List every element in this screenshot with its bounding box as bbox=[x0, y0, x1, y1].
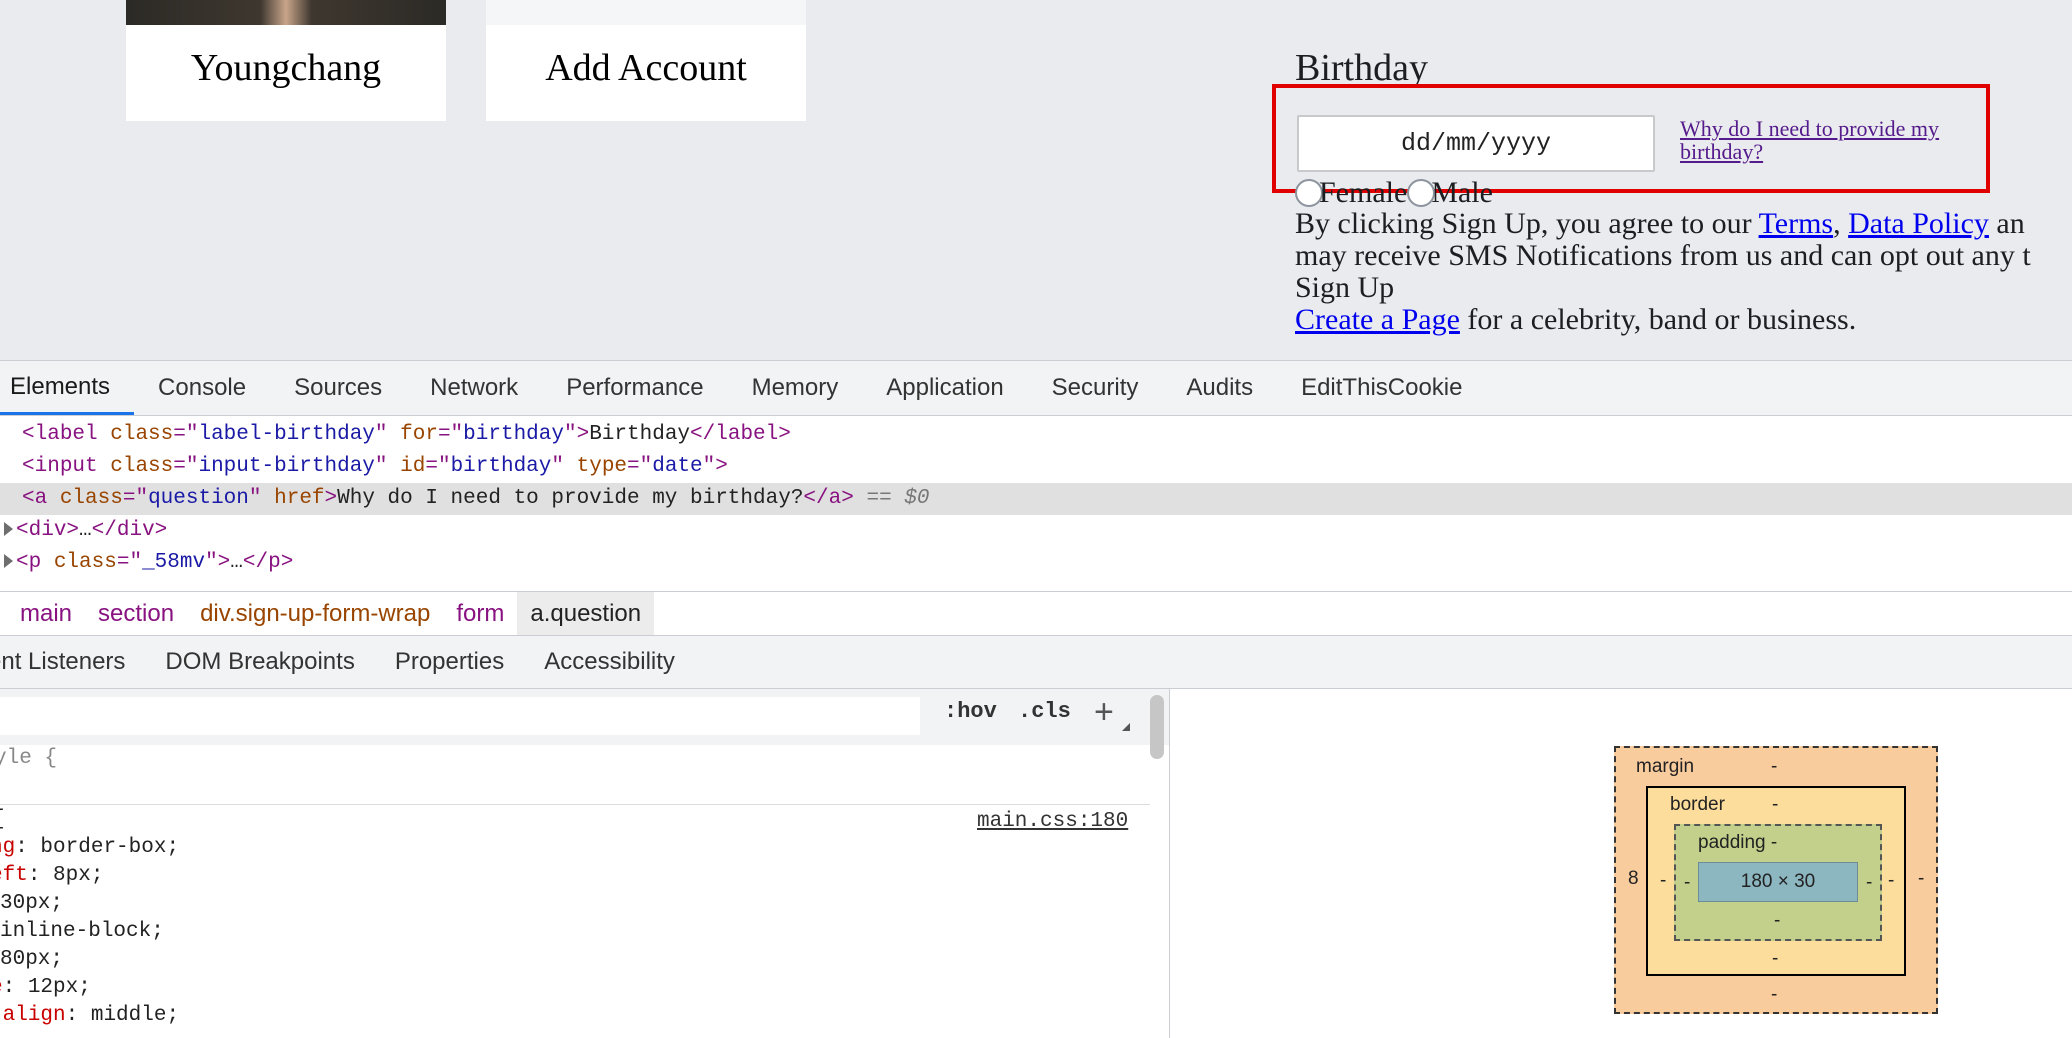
css-declaration[interactable]: 80px; bbox=[0, 946, 1150, 974]
new-rule-corner-icon bbox=[1122, 723, 1130, 731]
tab-sources[interactable]: Sources bbox=[270, 361, 406, 415]
account-name: Youngchang bbox=[190, 47, 382, 89]
margin-top-value: - bbox=[1771, 756, 1778, 777]
female-label: Female bbox=[1319, 176, 1408, 209]
css-declaration[interactable]: ng: border-box; bbox=[0, 834, 1150, 862]
tab-audits[interactable]: Audits bbox=[1162, 361, 1277, 415]
tab-performance[interactable]: Performance bbox=[542, 361, 727, 415]
margin-label: margin bbox=[1636, 756, 1695, 777]
dom-node-p[interactable]: <p class="_58mv">…</p> bbox=[0, 547, 2072, 579]
source-link[interactable]: main.css:180 bbox=[977, 810, 1128, 833]
terms-suffix: an bbox=[1988, 207, 2025, 240]
dom-tree: <label class="label-birthday" for="birth… bbox=[0, 417, 2072, 587]
margin-left-value: 8 bbox=[1628, 868, 1639, 889]
account-photo-placeholder bbox=[486, 0, 806, 25]
terms-comma: , bbox=[1833, 207, 1849, 240]
sms-notice: may receive SMS Notifications from us an… bbox=[1295, 239, 2031, 272]
tab-security[interactable]: Security bbox=[1028, 361, 1163, 415]
css-declaration[interactable]: -align: middle; bbox=[0, 1002, 1150, 1030]
terms-text: By clicking Sign Up, you agree to our Te… bbox=[1295, 208, 2072, 336]
male-label: Male bbox=[1431, 176, 1493, 209]
styles-pane: :hov .cls + yle { main.css:180 { ng: bor… bbox=[0, 689, 1170, 1038]
padding-right-value: - bbox=[1866, 872, 1873, 893]
tab-application[interactable]: Application bbox=[862, 361, 1027, 415]
border-label: border bbox=[1670, 794, 1725, 815]
border-right-value: - bbox=[1888, 870, 1895, 891]
cls-toggle[interactable]: .cls bbox=[1018, 699, 1071, 724]
tab-elements[interactable]: Elements bbox=[0, 361, 135, 415]
crumb-div-sign-up-form-wrap[interactable]: div.sign-up-form-wrap bbox=[187, 592, 443, 635]
crumb-section[interactable]: section bbox=[85, 592, 187, 635]
subtab-event-listeners[interactable]: ent Listeners bbox=[0, 648, 145, 676]
subtab-properties[interactable]: Properties bbox=[375, 648, 524, 676]
element-style-rule[interactable]: yle { bbox=[0, 745, 1150, 805]
styles-filter-input[interactable] bbox=[0, 697, 920, 735]
border-top-value: - bbox=[1772, 794, 1779, 815]
border-left-value: - bbox=[1660, 870, 1667, 891]
crumb-a-question[interactable]: a.question bbox=[517, 592, 655, 635]
add-account-card[interactable]: Add Account bbox=[486, 0, 806, 121]
css-declaration[interactable]: inline-block; bbox=[0, 918, 1150, 946]
devtools-tabbar: Elements Console Sources Network Perform… bbox=[0, 361, 2072, 416]
add-account-label: Add Account bbox=[545, 47, 747, 89]
gender-options: Female Male bbox=[1295, 176, 1493, 210]
tab-console[interactable]: Console bbox=[134, 361, 270, 415]
sidebar-subtabs: ent Listeners DOM Breakpoints Properties… bbox=[0, 636, 2072, 689]
tab-editthiscookie[interactable]: EditThisCookie bbox=[1277, 361, 1486, 415]
styles-scrollbar[interactable] bbox=[1150, 695, 1164, 759]
hov-toggle[interactable]: :hov bbox=[944, 699, 997, 724]
sign-up-text[interactable]: Sign Up bbox=[1295, 272, 2072, 304]
box-model-pane: margin - 8 - - border - - - - padding - … bbox=[1171, 689, 2072, 1038]
dom-breadcrumb: main section div.sign-up-form-wrap form … bbox=[0, 591, 2072, 636]
dom-node-label[interactable]: <label class="label-birthday" for="birth… bbox=[0, 419, 2072, 451]
expand-triangle-icon[interactable] bbox=[4, 522, 13, 537]
main-css-rule[interactable]: main.css:180 { ng: border-box; eft: 8px;… bbox=[0, 806, 1150, 1030]
css-declaration[interactable]: e: 12px; bbox=[0, 974, 1150, 1002]
styles-filter-row: :hov .cls + bbox=[0, 689, 1169, 759]
css-declaration[interactable]: 30px; bbox=[0, 890, 1150, 918]
tab-memory[interactable]: Memory bbox=[728, 361, 863, 415]
data-policy-link[interactable]: Data Policy bbox=[1848, 207, 1989, 240]
css-declaration[interactable]: eft: 8px; bbox=[0, 862, 1150, 890]
subtab-accessibility[interactable]: Accessibility bbox=[524, 648, 695, 676]
margin-bottom-value: - bbox=[1771, 984, 1778, 1005]
border-bottom-value: - bbox=[1772, 948, 1779, 969]
padding-bottom-value: - bbox=[1774, 910, 1781, 931]
terms-prefix: By clicking Sign Up, you agree to our bbox=[1295, 207, 1759, 240]
box-model-border[interactable]: border - - - - padding - - - - 180 × 30 bbox=[1646, 786, 1906, 976]
devtools-panel: Elements Console Sources Network Perform… bbox=[0, 360, 2072, 1038]
crumb-form[interactable]: form bbox=[443, 592, 517, 635]
margin-right-value: - bbox=[1918, 868, 1925, 889]
element-style-selector: yle { bbox=[0, 747, 58, 770]
subtab-dom-breakpoints[interactable]: DOM Breakpoints bbox=[145, 648, 374, 676]
box-model-margin[interactable]: margin - 8 - - border - - - - padding - … bbox=[1614, 746, 1938, 1014]
create-page-suffix: for a celebrity, band or business. bbox=[1459, 303, 1857, 336]
box-model-padding[interactable]: padding - - - - 180 × 30 bbox=[1674, 824, 1882, 941]
page-preview: Youngchang Add Account Birthday dd/mm/yy… bbox=[0, 0, 2072, 360]
dom-node-div[interactable]: <div>…</div> bbox=[0, 515, 2072, 547]
dom-node-a-selected[interactable]: <a class="question" href>Why do I need t… bbox=[0, 483, 2072, 515]
expand-triangle-icon[interactable] bbox=[4, 554, 13, 569]
crumb-main[interactable]: main bbox=[0, 592, 85, 635]
padding-label: padding - bbox=[1698, 832, 1778, 853]
create-page-link[interactable]: Create a Page bbox=[1295, 303, 1460, 336]
tab-network[interactable]: Network bbox=[406, 361, 542, 415]
terms-link[interactable]: Terms bbox=[1759, 207, 1834, 240]
dom-node-input[interactable]: <input class="input-birthday" id="birthd… bbox=[0, 451, 2072, 483]
account-photo bbox=[126, 0, 446, 25]
box-model-content[interactable]: 180 × 30 bbox=[1698, 862, 1858, 902]
account-card-youngchang[interactable]: Youngchang bbox=[126, 0, 446, 121]
padding-left-value: - bbox=[1684, 872, 1691, 893]
new-style-rule-icon[interactable]: + bbox=[1094, 693, 1114, 732]
